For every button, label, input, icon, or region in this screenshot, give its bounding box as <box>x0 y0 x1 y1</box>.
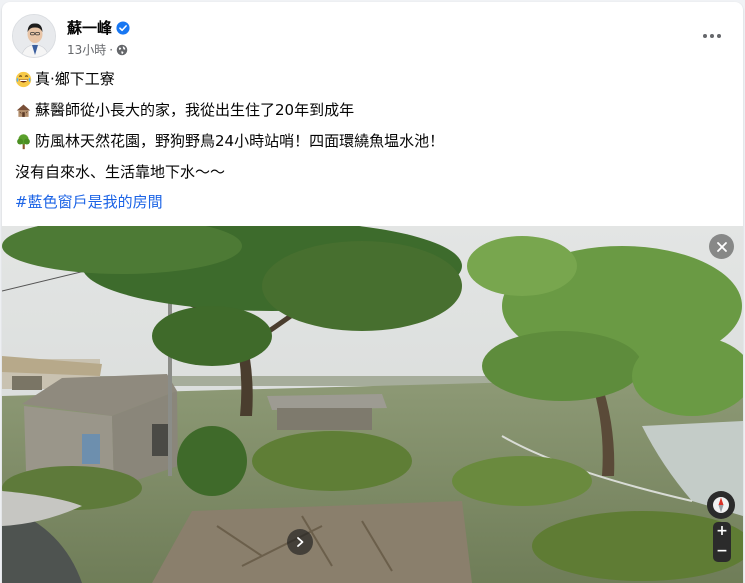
more-dot <box>710 34 714 38</box>
zoom-in-button[interactable]: + <box>713 522 731 542</box>
more-dot <box>717 34 721 38</box>
avatar-image <box>13 15 55 57</box>
message-line-text: 真·鄉下工寮 <box>35 70 115 88</box>
close-icon <box>716 241 727 252</box>
compass-button[interactable] <box>707 491 735 519</box>
message-line-4: 沒有自來水、生活靠地下水～～ <box>15 162 225 183</box>
zoom-out-button[interactable]: − <box>713 542 731 562</box>
hashtag-link[interactable]: #藍色窗戶是我的房間 <box>15 192 163 213</box>
author-avatar[interactable] <box>12 14 56 58</box>
author-name[interactable]: 蘇一峰 <box>67 17 130 38</box>
message-line-text: 沒有自來水、生活靠地下水～～ <box>15 163 226 181</box>
message-line-1: 真·鄉下工寮 <box>15 69 115 90</box>
post-meta: 13小時 · <box>67 41 128 58</box>
message-line-text: 蘇醫師從小長大的家，我從出生住了20年到成年 <box>35 101 355 119</box>
close-photo-button[interactable] <box>709 234 734 259</box>
author-name-text[interactable]: 蘇一峰 <box>67 19 112 37</box>
more-options-button[interactable] <box>699 23 725 49</box>
tree-emoji <box>17 134 30 150</box>
post-photo[interactable]: + − <box>2 226 743 583</box>
derelict-house-emoji <box>16 104 31 117</box>
more-dot <box>703 34 707 38</box>
next-photo-button[interactable] <box>287 529 313 555</box>
message-line-2: 蘇醫師從小長大的家，我從出生住了20年到成年 <box>15 100 354 121</box>
compass-icon <box>713 497 729 513</box>
verified-badge-icon <box>116 21 130 35</box>
chevron-right-icon <box>297 537 304 547</box>
message-line-text: 防風林天然花園，野狗野鳥24小時站哨！四面環繞魚塭水池！ <box>35 132 445 150</box>
globe-icon[interactable] <box>116 44 128 56</box>
meta-separator: · <box>109 42 114 57</box>
message-line-3: 防風林天然花園，野狗野鳥24小時站哨！四面環繞魚塭水池！ <box>15 131 444 152</box>
laughing-crying-emoji <box>15 71 32 88</box>
post-header: 蘇一峰 13小時 · <box>12 14 733 62</box>
post-card: 蘇一峰 13小時 · 真·鄉下工寮 蘇醫師從小長大的家，我從出生住了20年到成年… <box>2 2 743 583</box>
post-time[interactable]: 13小時 <box>67 41 106 58</box>
message-line-5: #藍色窗戶是我的房間 <box>15 192 163 213</box>
street-view-photo <box>2 226 743 583</box>
zoom-control: + − <box>713 522 731 562</box>
